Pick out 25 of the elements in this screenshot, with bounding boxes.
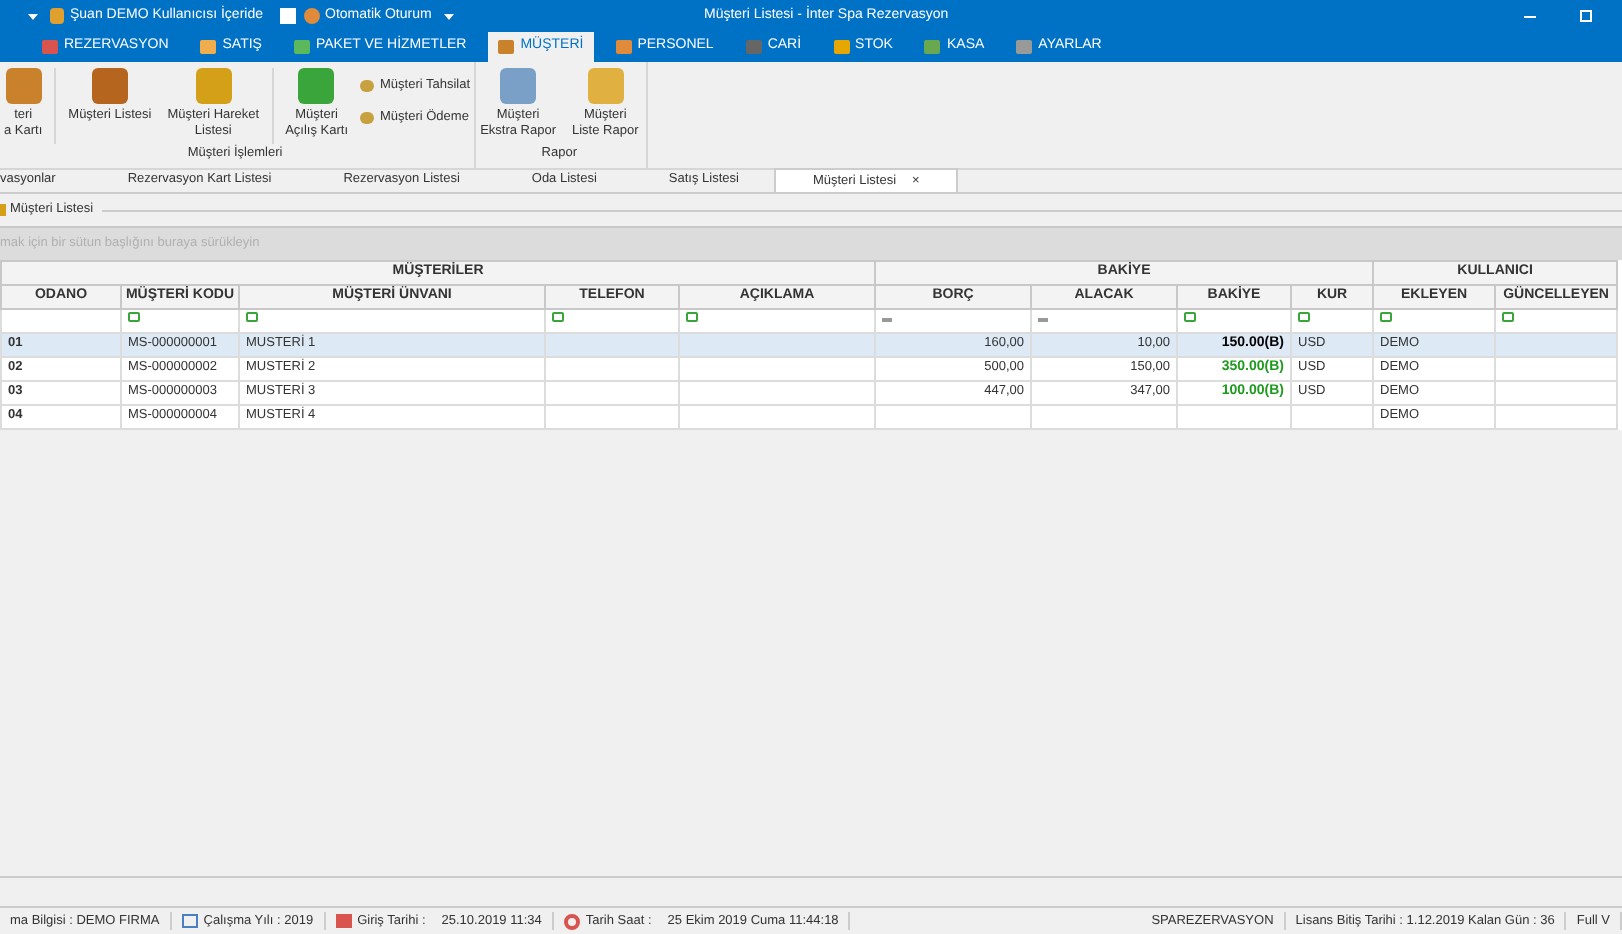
tab-icon <box>293 40 310 54</box>
tab-icon <box>1016 40 1033 54</box>
filter-icon[interactable] <box>128 312 140 323</box>
auto-login-checkbox[interactable] <box>279 8 295 24</box>
filter-icon[interactable] <box>246 312 258 323</box>
tab-icon <box>924 40 941 54</box>
equals-filter-icon[interactable] <box>1038 318 1049 323</box>
tab-icon <box>833 40 850 54</box>
filter-icon[interactable] <box>1502 312 1515 323</box>
equals-filter-icon[interactable] <box>882 318 893 323</box>
tab-icon <box>42 40 58 54</box>
dropdown-arrow-icon[interactable] <box>28 13 38 19</box>
tab-icon <box>615 40 632 54</box>
clock-icon <box>563 913 580 929</box>
filter-icon[interactable] <box>686 312 698 323</box>
tab-icon <box>745 40 762 54</box>
list-icon <box>0 204 6 216</box>
filter-icon[interactable] <box>1380 312 1393 323</box>
filter-icon[interactable] <box>1298 312 1311 323</box>
dropdown-arrow-icon[interactable] <box>443 13 454 19</box>
tab-icon <box>200 40 217 54</box>
filter-icon[interactable] <box>1184 312 1197 323</box>
tab-icon <box>498 40 515 54</box>
filter-icon[interactable] <box>552 312 564 323</box>
restore-icon[interactable] <box>1580 10 1592 22</box>
